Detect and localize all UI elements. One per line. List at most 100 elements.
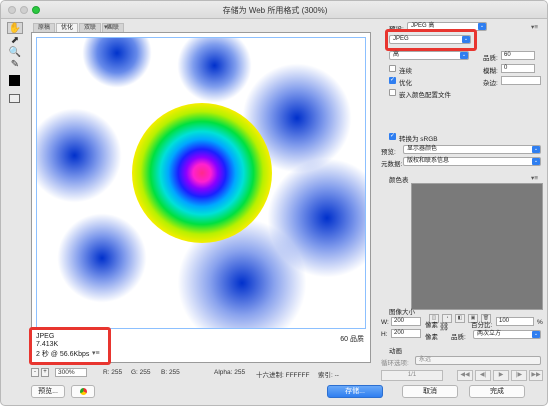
metadata-label: 元数据: <box>381 161 403 168</box>
first-frame-button[interactable]: ◀◀ <box>457 370 473 381</box>
green-readout: G: 255 <box>131 369 151 376</box>
animation-controls: 1/1 ◀◀ ◀| ▶ |▶ ▶▶ <box>381 370 543 381</box>
chevron-down-icon: ⌄ <box>532 146 540 153</box>
matte-select[interactable] <box>501 76 541 85</box>
metadata-value: 版权和联系信息 <box>407 158 450 164</box>
percent-label: 百分比: <box>471 322 493 329</box>
height-input[interactable]: 200 <box>391 329 421 338</box>
preview-pane: JPEG 7.413K 2 秒 @ 56.6Kbps ▾≡ 60 品质 <box>31 32 371 363</box>
preview-select[interactable]: 显示器颜色 ⌄ <box>403 145 541 154</box>
preview-image[interactable] <box>36 37 366 329</box>
optimized-label: 优化 <box>399 80 412 87</box>
status-bar: - + 300% R: 255 G: 255 B: 255 Alpha: 255… <box>31 367 371 379</box>
loop-options-label: 循环选项: <box>381 360 409 367</box>
tabs-menu-icon[interactable]: ▾≡ <box>104 23 112 31</box>
embed-profile-label: 嵌入颜色配置文件 <box>399 92 451 99</box>
quality-input[interactable]: 60 <box>501 51 535 60</box>
percent-input[interactable]: 100 <box>496 317 534 326</box>
blue-blob <box>82 38 152 88</box>
chevron-down-icon: ⌄ <box>532 158 540 165</box>
convert-srgb-label: 转换为 sRGB <box>399 136 438 143</box>
previous-frame-button[interactable]: ◀| <box>475 370 491 381</box>
frame-counter: 1/1 <box>381 370 443 381</box>
save-for-web-dialog: 存储为 Web 所用格式 (300%) ✋ ⬈ 🔍 ✎ 原稿 优化 双联 四联 … <box>0 0 548 406</box>
link-dimensions-icon[interactable]: ⛓ <box>439 322 449 331</box>
tab-2-up[interactable]: 双联 <box>79 23 102 32</box>
red-readout: R: 255 <box>103 369 123 376</box>
preview-button[interactable]: 预览... <box>31 385 65 398</box>
blue-blob <box>57 213 147 303</box>
rainbow-gradient-circle <box>132 103 272 243</box>
embed-profile-checkbox[interactable] <box>389 89 396 96</box>
loop-options-value: 永远 <box>419 357 432 363</box>
metadata-select[interactable]: 版权和联系信息 ⌄ <box>403 157 541 166</box>
highlight-box <box>29 327 111 365</box>
title-bar: 存储为 Web 所用格式 (300%) <box>1 1 547 19</box>
resample-quality-select[interactable]: 两次立方 ⌄ <box>473 330 541 339</box>
height-label: H: <box>381 331 388 338</box>
matte-label: 杂边: <box>483 80 498 87</box>
zoom-out-button[interactable]: - <box>31 368 39 377</box>
loop-options-select[interactable]: 永远 <box>415 356 541 365</box>
eyedropper-color-swatch[interactable] <box>9 75 20 86</box>
zoom-in-button[interactable]: + <box>41 368 49 377</box>
quality-label: 品质: <box>483 55 498 62</box>
format-highlight-box <box>385 29 477 51</box>
width-input[interactable]: 200 <box>391 317 421 326</box>
width-unit: 像素 <box>425 322 438 329</box>
height-unit: 像素 <box>425 334 438 341</box>
toggle-slices-icon[interactable] <box>9 94 20 103</box>
tool-palette: ✋ ⬈ 🔍 ✎ <box>5 22 25 112</box>
last-frame-button[interactable]: ▶▶ <box>529 370 543 381</box>
hand-icon[interactable]: ✋ <box>7 22 23 34</box>
tab-original[interactable]: 原稿 <box>33 23 56 32</box>
panel-menu-icon[interactable]: ▾≡ <box>531 23 538 31</box>
play-button[interactable]: ▶ <box>493 370 509 381</box>
color-table-label: 颜色表 <box>389 177 409 184</box>
chevron-down-icon: ⌄ <box>478 23 486 30</box>
slice-select-icon[interactable]: ⬈ <box>7 35 23 47</box>
zoom-icon[interactable]: 🔍 <box>7 47 23 59</box>
blue-blob <box>177 38 252 103</box>
alpha-readout: Alpha: 255 <box>214 369 246 376</box>
color-table <box>411 183 543 310</box>
preview-value: 显示器颜色 <box>407 146 438 152</box>
bottom-bar: 预览... 存储... 取消 完成 <box>1 383 547 405</box>
cancel-button[interactable]: 取消 <box>402 385 458 398</box>
blue-readout: B: 255 <box>161 369 180 376</box>
browser-icon <box>79 388 87 395</box>
convert-srgb-checkbox[interactable] <box>389 132 396 140</box>
chevron-down-icon: ⌄ <box>532 331 540 338</box>
width-label: W: <box>381 319 389 326</box>
settings-panel: 预设: JPEG 高 ⌄ ▾≡ JPEG ⌄ 高 ⌄ 品质: 60 连续 模糊:… <box>379 20 545 382</box>
hex-readout: 十六进制: FFFFFF <box>256 372 310 379</box>
image-size-label: 图像大小 <box>389 309 415 316</box>
eyedropper-icon[interactable]: ✎ <box>7 59 23 71</box>
animation-label: 动画 <box>389 348 402 355</box>
web-snap-icon[interactable]: ◧ <box>455 314 465 323</box>
compression-quality-value: 高 <box>393 52 400 58</box>
zoom-level-select[interactable]: 300% <box>55 368 87 377</box>
progressive-checkbox[interactable] <box>389 65 396 72</box>
percent-sign: % <box>537 319 543 326</box>
browser-select[interactable] <box>71 385 95 398</box>
color-table-menu-icon[interactable]: ▾≡ <box>531 174 538 182</box>
blue-blob <box>37 108 122 203</box>
save-button[interactable]: 存储... <box>327 385 383 398</box>
resample-quality-label: 品质: <box>451 334 466 341</box>
preview-label: 预览: <box>381 149 396 156</box>
index-readout: 索引: -- <box>318 372 339 379</box>
next-frame-button[interactable]: |▶ <box>511 370 527 381</box>
info-quality: 60 品质 <box>340 336 364 343</box>
optimized-checkbox[interactable] <box>389 76 396 84</box>
compression-quality-select[interactable]: 高 ⌄ <box>389 51 469 60</box>
blur-label: 模糊: <box>483 68 498 75</box>
tab-optimized[interactable]: 优化 <box>56 23 79 32</box>
blur-input[interactable]: 0 <box>501 64 535 73</box>
resample-quality-value: 两次立方 <box>477 331 502 337</box>
chevron-down-icon: ⌄ <box>460 52 468 59</box>
zoom-level-value: 300% <box>58 369 75 376</box>
window-title: 存储为 Web 所用格式 (300%) <box>222 6 328 15</box>
done-button[interactable]: 完成 <box>469 385 525 398</box>
progressive-label: 连续 <box>399 68 412 75</box>
